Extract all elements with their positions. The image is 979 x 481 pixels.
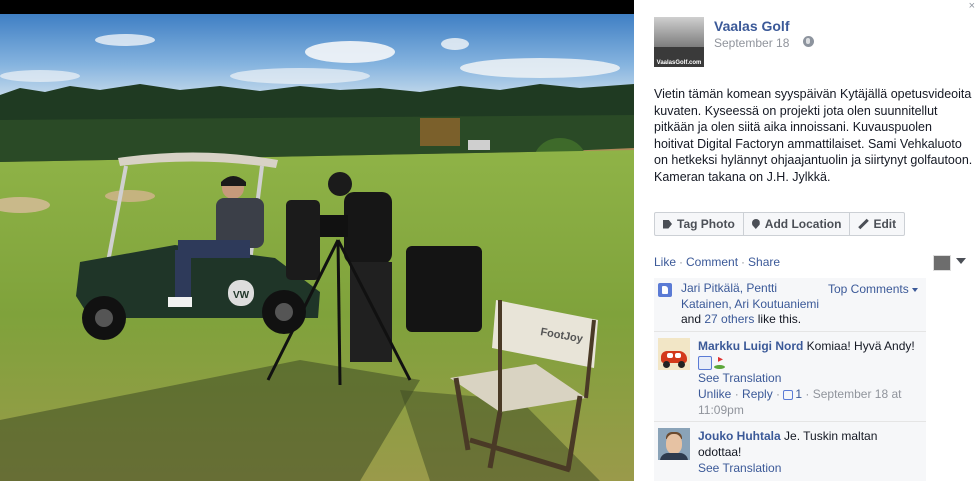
others-link[interactable]: 27 others — [704, 312, 754, 326]
avatar-car-wheel — [678, 361, 685, 368]
chevron-down-icon[interactable] — [956, 258, 966, 264]
separator: · — [802, 387, 813, 401]
comment-link[interactable]: Comment — [686, 255, 738, 269]
separator: · — [679, 255, 684, 269]
edit-button[interactable]: Edit — [850, 213, 904, 235]
likes-summary: Jari Pitkälä, Pentti Katainen, Ari Koutu… — [654, 278, 926, 332]
tag-icon — [663, 219, 672, 229]
like-link[interactable]: Like — [654, 255, 676, 269]
top-comments-dropdown[interactable]: Top Comments — [828, 282, 918, 296]
comment-author[interactable]: Jouko Huhtala — [698, 429, 781, 443]
photo-viewer[interactable]: VW FootJoy — [0, 0, 634, 481]
separator: · — [741, 255, 746, 269]
photo-action-bar: Tag Photo Add Location Edit — [654, 212, 906, 236]
ufi-action-links: Like · Comment · Share — [654, 255, 780, 269]
liker-names[interactable]: Jari Pitkälä, Pentti Katainen, Ari Koutu… — [681, 281, 819, 311]
separator: · — [772, 387, 784, 401]
thumbs-up-icon — [658, 283, 672, 297]
add-location-label: Add Location — [764, 217, 842, 231]
comment-like-count[interactable]: 1 — [783, 387, 802, 401]
commenter-avatar[interactable] — [658, 428, 690, 460]
page-name-link[interactable]: Vaalas Golf — [714, 18, 789, 34]
acting-page-avatar[interactable] — [933, 255, 951, 271]
unlike-link[interactable]: Unlike — [698, 387, 731, 401]
ufi-container: Jari Pitkälä, Pentti Katainen, Ari Koutu… — [654, 278, 926, 481]
tag-photo-button[interactable]: Tag Photo — [655, 213, 744, 235]
see-translation-link[interactable]: See Translation — [698, 370, 918, 386]
avatar-car-eye — [667, 353, 673, 358]
avatar-car-eye — [675, 353, 681, 358]
cart-badge: VW — [233, 290, 250, 301]
thumbs-up-emoji-icon — [698, 355, 712, 370]
comment-text: Komiaa! Hyvä Andy! — [803, 339, 915, 353]
tag-photo-label: Tag Photo — [677, 217, 735, 231]
reply-link[interactable]: Reply — [742, 387, 773, 401]
likes-suffix: like this. — [754, 312, 802, 326]
comment-body: Markku Luigi Nord Komiaa! Hyvä Andy! See… — [698, 338, 918, 418]
golf-flag-emoji-icon — [712, 356, 726, 370]
post-caption: Vietin tämän komean syyspäivän Kytäjällä… — [654, 87, 973, 184]
caret-down-icon — [911, 287, 918, 292]
separator: · — [731, 387, 743, 401]
comment-item: Jouko Huhtala Je. Tuskin maltan odottaa!… — [654, 422, 926, 481]
golf-photo: VW FootJoy — [0, 0, 634, 481]
comment-author[interactable]: Markku Luigi Nord — [698, 339, 803, 353]
post-date-link[interactable]: September 18 — [714, 36, 789, 50]
page-avatar[interactable]: VaalasGolf.com — [654, 17, 704, 67]
thumbs-up-icon — [783, 389, 794, 400]
likes-sentence: Jari Pitkälä, Pentti Katainen, Ari Koutu… — [681, 281, 831, 328]
pencil-icon — [858, 219, 868, 229]
likes-and: and — [681, 312, 705, 326]
add-location-button[interactable]: Add Location — [744, 213, 851, 235]
commenter-avatar[interactable] — [658, 338, 690, 370]
edit-label: Edit — [873, 217, 897, 231]
comment-body: Jouko Huhtala Je. Tuskin maltan odottaa!… — [698, 428, 918, 476]
post-side-panel: × VaalasGolf.com Vaalas Golf September 1… — [634, 0, 979, 481]
close-icon[interactable]: × — [969, 0, 975, 12]
avatar-shoulders — [660, 453, 688, 460]
avatar-sky — [654, 17, 704, 47]
location-pin-icon — [751, 219, 760, 229]
avatar-car-wheel — [663, 361, 670, 368]
share-link[interactable]: Share — [748, 255, 780, 269]
avatar-face — [666, 434, 682, 454]
top-comments-label: Top Comments — [828, 282, 909, 296]
comment-meta: Unlike · Reply · 1 · September 18 at 11:… — [698, 387, 901, 417]
globe-icon — [803, 36, 814, 47]
avatar-caption: VaalasGolf.com — [656, 60, 702, 66]
see-translation-link[interactable]: See Translation — [698, 460, 918, 476]
comment-item: Markku Luigi Nord Komiaa! Hyvä Andy! See… — [654, 332, 926, 422]
